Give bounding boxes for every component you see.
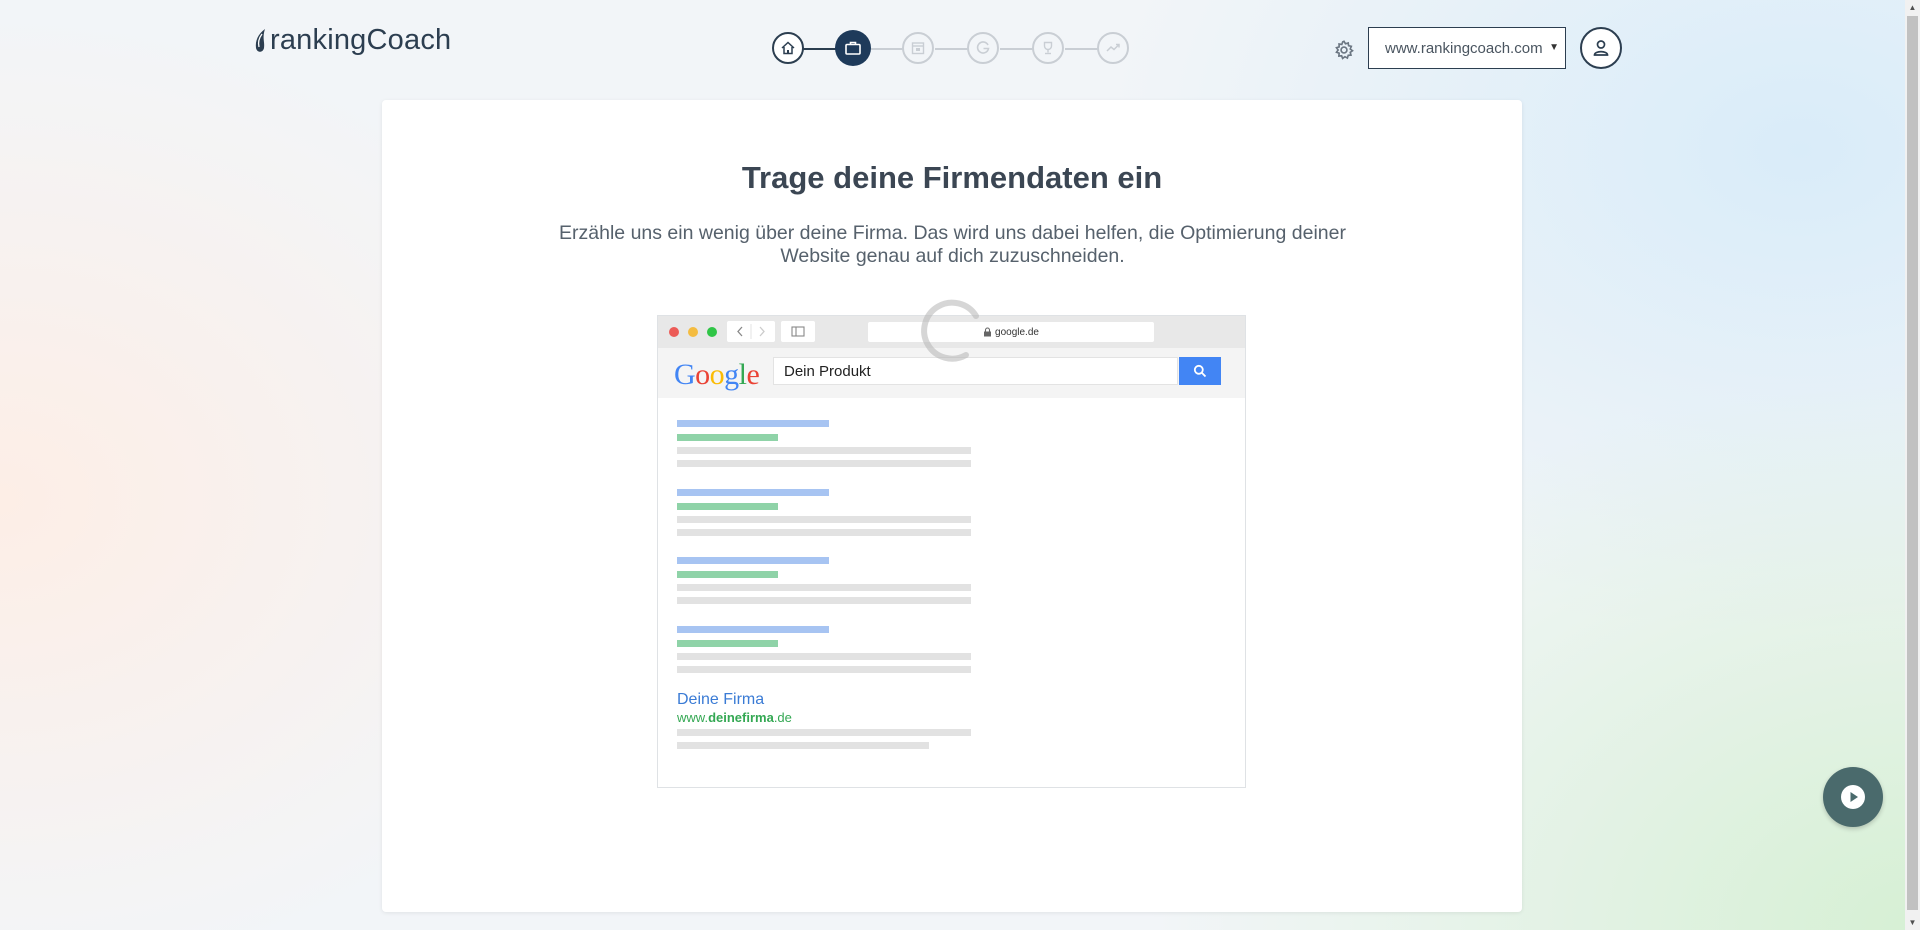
briefcase-icon	[845, 41, 861, 55]
trophy-icon	[1043, 41, 1053, 55]
step-calendar[interactable]	[902, 32, 934, 64]
step-trophy[interactable]	[1032, 32, 1064, 64]
window-maximize-dot	[707, 327, 717, 337]
onboarding-stepper	[772, 30, 1132, 68]
result-title-placeholder	[677, 557, 829, 564]
result-text-placeholder	[677, 653, 971, 660]
sidebar-icon	[791, 326, 805, 337]
result-firm-title: Deine Firma	[677, 691, 765, 708]
sidebar-toggle	[781, 321, 815, 342]
page-scrollbar[interactable]: ▲ ▼	[1905, 0, 1920, 930]
scroll-down-arrow-icon[interactable]: ▼	[1905, 915, 1920, 930]
result-url-placeholder	[677, 503, 778, 510]
scroll-thumb[interactable]	[1907, 16, 1918, 910]
browser-address-bar: google.de	[868, 322, 1154, 342]
result-title-placeholder	[677, 489, 829, 496]
step-connector	[802, 48, 838, 50]
result-text-placeholder	[677, 666, 971, 673]
account-button[interactable]	[1580, 27, 1622, 69]
result-title-placeholder	[677, 420, 829, 427]
chevron-down-icon: ▼	[1549, 42, 1559, 53]
result-url-domain: deinefirma	[708, 710, 774, 725]
result-text-placeholder	[677, 516, 971, 523]
logo-mark-icon	[255, 28, 265, 52]
google-logo: Google	[674, 358, 760, 391]
search-icon	[1193, 364, 1207, 378]
window-close-dot	[669, 327, 679, 337]
result-url-placeholder	[677, 640, 778, 647]
result-url-placeholder	[677, 571, 778, 578]
video-play-button[interactable]	[1823, 767, 1883, 827]
page-title: Trage deine Firmendaten ein	[741, 160, 1163, 195]
result-text-placeholder	[677, 447, 971, 454]
home-icon	[781, 41, 795, 55]
domain-select-value: www.rankingcoach.com	[1385, 39, 1543, 57]
google-search-button	[1179, 357, 1221, 385]
google-results-illustration: google.de Google Dein Produkt Deine Firm…	[657, 315, 1246, 788]
address-url: google.de	[995, 326, 1039, 338]
result-text-placeholder	[677, 460, 971, 467]
back-forward-icon	[737, 324, 765, 339]
domain-select[interactable]: www.rankingcoach.com ▼	[1368, 27, 1566, 69]
result-text-placeholder	[677, 742, 929, 749]
logo-text: rankingCoach	[270, 24, 452, 56]
step-connector	[1065, 48, 1099, 50]
step-connector	[1000, 48, 1034, 50]
result-url-prefix: www.	[677, 710, 709, 725]
header: rankingCoach www.rankingcoach.com ▼	[0, 0, 1905, 95]
window-minimize-dot	[688, 327, 698, 337]
page-subtitle: Erzähle uns ein wenig über deine Firma. …	[559, 222, 1346, 267]
result-text-placeholder	[677, 597, 971, 604]
trend-icon	[1106, 43, 1120, 52]
step-connector	[935, 48, 969, 50]
calendar-icon	[911, 42, 925, 55]
result-text-placeholder	[677, 729, 971, 736]
result-firm-url: www.deinefirma.de	[677, 710, 792, 725]
result-url-placeholder	[677, 434, 778, 441]
rankingcoach-logo[interactable]: rankingCoach	[254, 24, 451, 57]
step-trend[interactable]	[1097, 32, 1129, 64]
google-g-icon	[976, 41, 990, 54]
step-connector	[870, 48, 904, 50]
result-url-suffix: .de	[773, 710, 792, 725]
step-google[interactable]	[967, 32, 999, 64]
result-text-placeholder	[677, 529, 971, 536]
settings-gear-icon[interactable]	[1333, 39, 1355, 61]
step-home[interactable]	[772, 32, 804, 64]
step-company[interactable]	[835, 30, 871, 66]
scroll-up-arrow-icon[interactable]: ▲	[1905, 0, 1920, 15]
browser-nav-buttons	[727, 321, 775, 342]
user-icon	[1593, 40, 1609, 56]
loading-spinner-icon	[921, 299, 979, 362]
play-icon	[1841, 785, 1865, 809]
result-text-placeholder	[677, 584, 971, 591]
result-title-placeholder	[677, 626, 829, 633]
